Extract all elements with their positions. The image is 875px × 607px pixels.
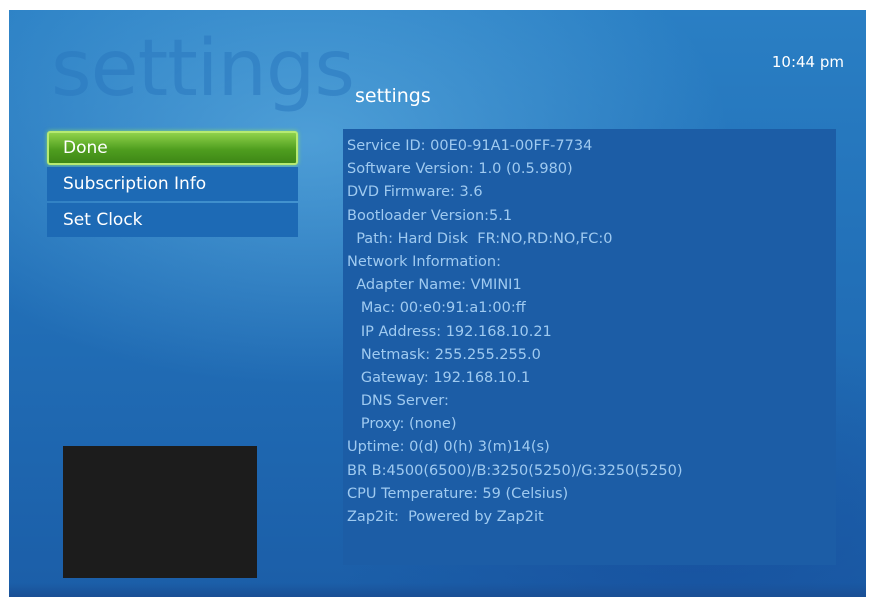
- info-gateway: Gateway: 192.168.10.1: [347, 369, 531, 386]
- info-bootloader-path: Path: Hard Disk FR:NO,RD:NO,FC:0: [347, 230, 613, 247]
- set-clock-button[interactable]: Set Clock: [47, 203, 298, 237]
- video-preview: [63, 446, 257, 578]
- info-zap2it: Zap2it: Powered by Zap2it: [347, 509, 544, 525]
- info-dns-server: DNS Server:: [347, 393, 449, 410]
- info-network-heading: Network Information:: [347, 253, 501, 270]
- system-info-panel: Service ID: 00E0-91A1-00FF-7734 Software…: [343, 129, 836, 565]
- media-center-screen: settings settings 10:44 pm Done Subscrip…: [9, 10, 866, 597]
- subscription-info-button[interactable]: Subscription Info: [47, 167, 298, 201]
- bottom-bar: [9, 583, 866, 597]
- info-adapter-name: Adapter Name: VMINI1: [347, 277, 522, 294]
- watermark-title: settings: [51, 24, 355, 114]
- info-dvd-firmware: DVD Firmware: 3.6: [347, 184, 483, 201]
- done-button[interactable]: Done: [47, 131, 298, 165]
- page-title: settings: [355, 85, 431, 107]
- info-bootloader-version: Bootloader Version:5.1: [347, 207, 513, 224]
- info-br: BR B:4500(6500)/B:3250(5250)/G:3250(5250…: [347, 462, 683, 479]
- info-software-version: Software Version: 1.0 (0.5.980): [347, 161, 573, 178]
- info-mac: Mac: 00:e0:91:a1:00:ff: [347, 300, 526, 317]
- info-cpu-temperature: CPU Temperature: 59 (Celsius): [347, 485, 569, 502]
- info-ip-address: IP Address: 192.168.10.21: [347, 323, 552, 340]
- info-uptime: Uptime: 0(d) 0(h) 3(m)14(s): [347, 439, 550, 456]
- settings-menu: Done Subscription Info Set Clock: [47, 131, 298, 239]
- info-service-id: Service ID: 00E0-91A1-00FF-7734: [347, 138, 593, 154]
- info-netmask: Netmask: 255.255.255.0: [347, 346, 541, 363]
- info-proxy: Proxy: (none): [347, 416, 457, 433]
- clock: 10:44 pm: [771, 53, 844, 71]
